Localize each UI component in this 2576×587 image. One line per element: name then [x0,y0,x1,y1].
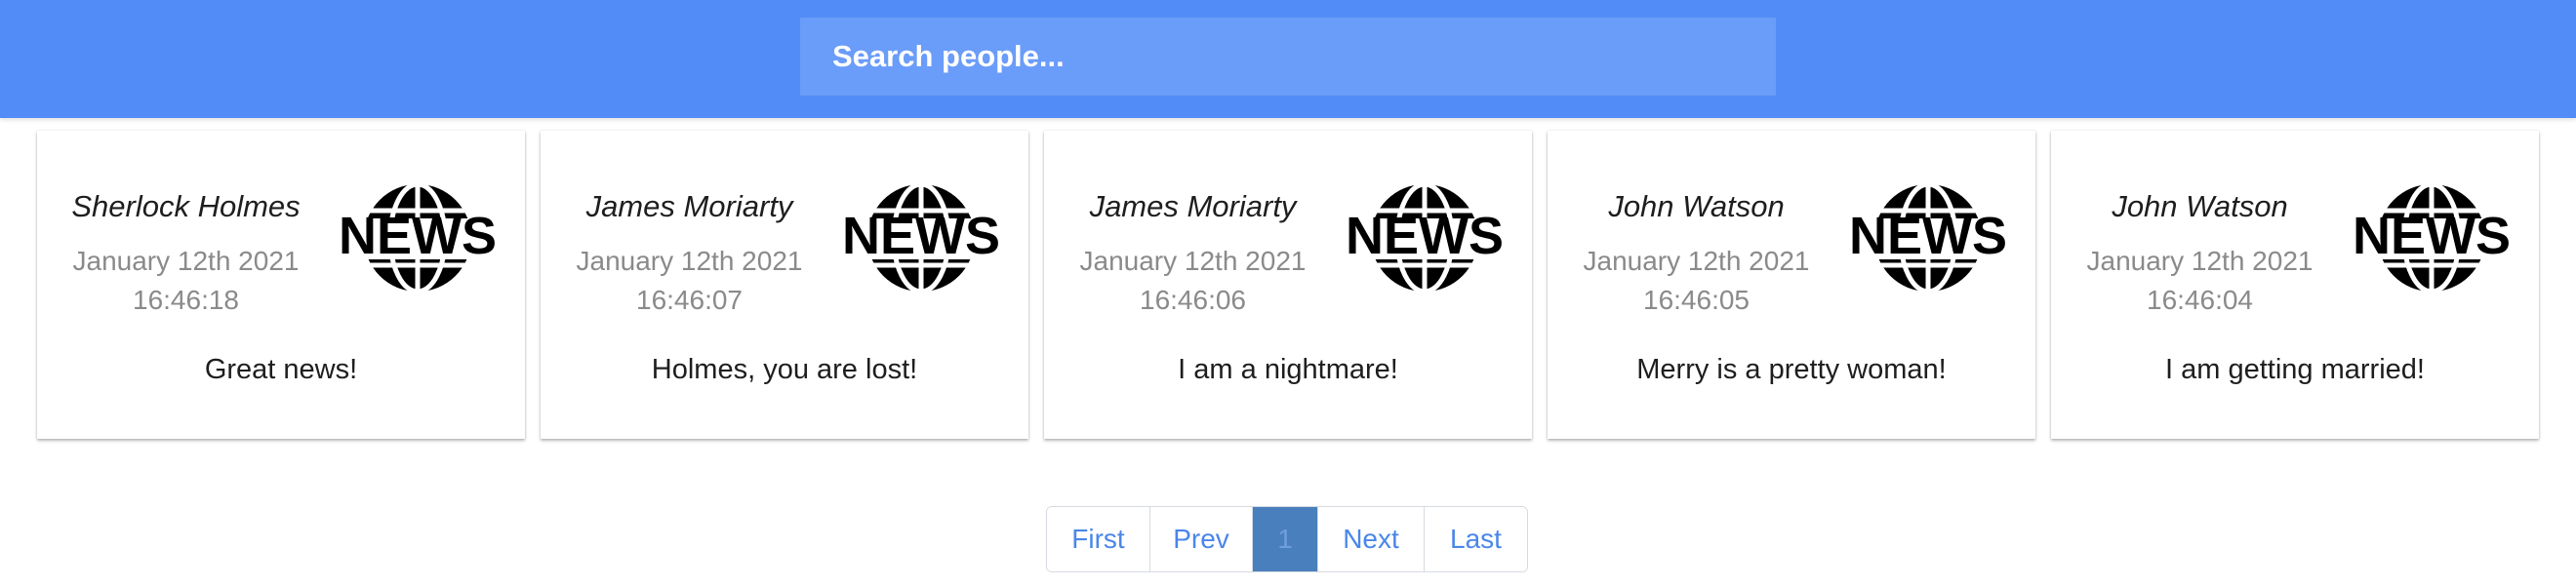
card-message: Merry is a pretty woman! [1636,354,1947,385]
logo-text: NEWS [1346,207,1504,265]
first-page-button[interactable]: First [1047,507,1150,571]
card-timestamp: January 12th 2021 16:46:18 [37,242,335,320]
news-globe-icon: NEWS [1342,181,1508,294]
card-timestamp: January 12th 2021 16:46:07 [541,242,838,320]
card-author: Sherlock Holmes [71,189,301,223]
card-time: 16:46:06 [1140,285,1246,315]
card-date: January 12th 2021 [72,246,300,276]
card-time: 16:46:18 [133,285,239,315]
card-message: I am getting married! [2165,354,2425,385]
prev-page-button[interactable]: Prev [1150,507,1253,571]
news-globe-icon: NEWS [838,181,1004,294]
news-card: John Watson January 12th 2021 16:46:04 N… [2051,131,2539,439]
card-author: John Watson [1608,189,1785,223]
card-author: John Watson [2112,189,2288,223]
card-time: 16:46:07 [636,285,743,315]
next-page-button[interactable]: Next [1318,507,1425,571]
logo-text: NEWS [2353,207,2511,265]
card-timestamp: January 12th 2021 16:46:05 [1548,242,1845,320]
card-date: January 12th 2021 [2086,246,2314,276]
card-author: James Moriarty [585,189,793,223]
news-card: James Moriarty January 12th 2021 16:46:0… [1044,131,1532,439]
news-card: John Watson January 12th 2021 16:46:05 N… [1548,131,2035,439]
card-date: January 12th 2021 [576,246,803,276]
logo-text: NEWS [339,207,497,265]
news-card-list: Sherlock Holmes January 12th 2021 16:46:… [37,131,2539,439]
card-timestamp: January 12th 2021 16:46:06 [1044,242,1342,320]
search-input[interactable] [800,18,1776,96]
card-time: 16:46:04 [2147,285,2253,315]
current-page-button[interactable]: 1 [1253,507,1318,571]
card-message: Holmes, you are lost! [651,354,918,385]
card-date: January 12th 2021 [1079,246,1307,276]
logo-text: NEWS [1849,207,2007,265]
news-globe-icon: NEWS [2349,181,2515,294]
pagination: First Prev 1 Next Last [1046,506,1528,572]
news-card: Sherlock Holmes January 12th 2021 16:46:… [37,131,525,439]
card-author: James Moriarty [1089,189,1297,223]
card-message: I am a nightmare! [1178,354,1398,385]
news-globe-icon: NEWS [335,181,501,294]
news-card: James Moriarty January 12th 2021 16:46:0… [541,131,1028,439]
logo-text: NEWS [842,207,1000,265]
news-globe-icon: NEWS [1845,181,2011,294]
top-bar [0,0,2576,118]
card-time: 16:46:05 [1643,285,1750,315]
card-timestamp: January 12th 2021 16:46:04 [2051,242,2349,320]
card-message: Great news! [204,354,358,385]
last-page-button[interactable]: Last [1425,507,1527,571]
card-date: January 12th 2021 [1583,246,1810,276]
